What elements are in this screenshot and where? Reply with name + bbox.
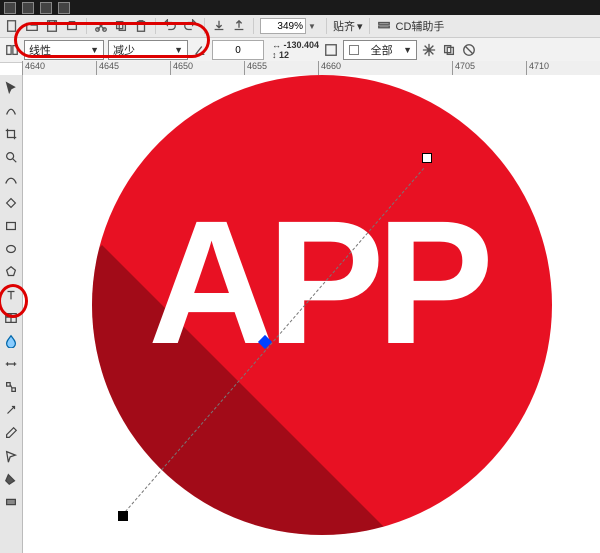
redo-icon[interactable] [182, 18, 198, 34]
coord-x-value: ↔ -130.404 [272, 40, 319, 50]
chevron-down-icon: ▾ [357, 20, 363, 33]
ruler-tick: 4705 [455, 61, 475, 71]
red-circle-shape[interactable]: APP [92, 75, 552, 535]
zoom-dropdown-icon[interactable]: ▼ [308, 22, 316, 31]
rectangle-tool[interactable] [1, 216, 21, 236]
chevron-down-icon: ▼ [174, 45, 183, 55]
property-bar: 线性 ▼ 减少 ▼ ↔ -130.404 ↕ 12 全部 ▼ [0, 38, 600, 63]
fill-tool[interactable] [1, 469, 21, 489]
title-bar [0, 0, 600, 15]
dimension-tool[interactable] [1, 354, 21, 374]
eyedropper-tool[interactable] [1, 423, 21, 443]
cd-helper-button[interactable]: CD辅助手 [396, 18, 445, 34]
scope-icon [348, 44, 360, 56]
titlebar-icon [40, 2, 52, 14]
table-tool[interactable] [1, 308, 21, 328]
snap-label: 贴齐 [333, 18, 355, 34]
text-tool[interactable] [1, 285, 21, 305]
outline-tool[interactable] [1, 446, 21, 466]
chevron-down-icon: ▼ [403, 45, 412, 55]
print-icon[interactable] [64, 18, 80, 34]
freehand-tool[interactable] [1, 170, 21, 190]
zoom-input[interactable] [260, 18, 306, 34]
ruler-tick: 4645 [99, 61, 119, 71]
export-icon[interactable] [231, 18, 247, 34]
canvas[interactable]: APP [22, 75, 600, 553]
effects-tool[interactable] [1, 400, 21, 420]
coord-y-value: ↕ 12 [272, 50, 319, 60]
import-icon[interactable] [211, 18, 227, 34]
crop-tool[interactable] [1, 124, 21, 144]
clear-transparency-icon[interactable] [461, 42, 477, 58]
chevron-down-icon: ▼ [90, 45, 99, 55]
standard-toolbar: ▼ 贴齐 ▾ CD辅助手 [0, 15, 600, 38]
zoom-level[interactable]: ▼ [260, 18, 320, 34]
polygon-tool[interactable] [1, 262, 21, 282]
cut-icon[interactable] [93, 18, 109, 34]
copy-icon[interactable] [113, 18, 129, 34]
transparency-type-value: 线性 [29, 42, 51, 58]
paste-icon[interactable] [133, 18, 149, 34]
freeze-icon[interactable] [421, 42, 437, 58]
edit-transparency-icon[interactable] [323, 42, 339, 58]
transparency-end-handle[interactable] [422, 153, 432, 163]
toolbox [0, 75, 23, 553]
presets-icon[interactable] [4, 42, 20, 58]
pick-tool[interactable] [1, 78, 21, 98]
titlebar-icon [4, 2, 16, 14]
ruler-tick: 4655 [247, 61, 267, 71]
separator [369, 18, 370, 34]
transparency-midpoint-input[interactable] [212, 40, 264, 60]
transparency-operation-dropdown[interactable]: 减少 ▼ [108, 40, 188, 60]
interactive-fill-tool[interactable] [1, 492, 21, 512]
transparency-operation-value: 减少 [113, 42, 135, 58]
options-icon[interactable] [376, 18, 392, 34]
apply-scope-dropdown[interactable]: 全部 ▼ [343, 40, 417, 60]
angle-icon[interactable] [192, 42, 208, 58]
new-icon[interactable] [4, 18, 20, 34]
app-text[interactable]: APP [148, 195, 486, 371]
coordinate-readout: ↔ -130.404 ↕ 12 [272, 40, 319, 60]
copy-props-icon[interactable] [441, 42, 457, 58]
shape-tool[interactable] [1, 101, 21, 121]
separator [86, 18, 87, 34]
transparency-tool[interactable] [1, 331, 21, 351]
smart-fill-tool[interactable] [1, 193, 21, 213]
zoom-tool[interactable] [1, 147, 21, 167]
connector-tool[interactable] [1, 377, 21, 397]
ruler-tick: 4710 [529, 61, 549, 71]
ruler-tick: 4650 [173, 61, 193, 71]
ellipse-tool[interactable] [1, 239, 21, 259]
titlebar-icon [58, 2, 70, 14]
scope-value: 全部 [371, 42, 393, 58]
separator [204, 18, 205, 34]
titlebar-icon [22, 2, 34, 14]
transparency-start-handle[interactable] [118, 511, 128, 521]
separator [155, 18, 156, 34]
ruler-tick: 4640 [25, 61, 45, 71]
separator [326, 18, 327, 34]
transparency-type-dropdown[interactable]: 线性 ▼ [24, 40, 104, 60]
ruler-horizontal[interactable]: 4640 4645 4650 4655 4660 4705 4710 [22, 61, 600, 76]
ruler-tick: 4660 [321, 61, 341, 71]
cd-helper-label: CD辅助手 [396, 18, 445, 34]
save-icon[interactable] [44, 18, 60, 34]
artwork-app-icon[interactable]: APP [82, 85, 562, 553]
open-icon[interactable] [24, 18, 40, 34]
snap-button[interactable]: 贴齐 ▾ [333, 18, 363, 34]
undo-icon[interactable] [162, 18, 178, 34]
separator [253, 18, 254, 34]
